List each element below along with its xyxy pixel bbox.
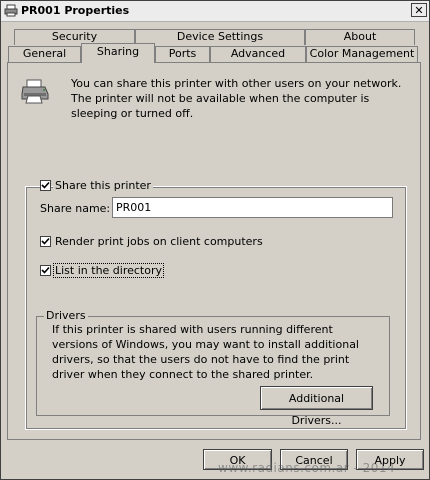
additional-drivers-button[interactable]: Additional Drivers... xyxy=(260,386,373,427)
share-printer-checkbox[interactable] xyxy=(40,180,51,191)
close-icon: ✕ xyxy=(414,3,424,17)
list-directory-checkbox[interactable] xyxy=(40,265,51,276)
tab-ports[interactable]: Ports xyxy=(155,46,210,62)
tab-device-settings[interactable]: Device Settings xyxy=(135,29,305,45)
checkmark-icon xyxy=(41,266,50,274)
share-name-input[interactable] xyxy=(112,197,393,218)
tab-advanced[interactable]: Advanced xyxy=(210,46,306,62)
sharing-info-text: You can share this printer with other us… xyxy=(71,77,402,120)
tab-general[interactable]: General xyxy=(8,46,81,62)
drivers-description: If this printer is shared with users run… xyxy=(52,323,359,381)
tab-color-management[interactable]: Color Management xyxy=(306,46,418,62)
printer-icon xyxy=(21,79,49,104)
printer-icon xyxy=(4,4,18,17)
checkmark-icon xyxy=(41,237,50,245)
checkmark-icon xyxy=(41,181,50,189)
close-button[interactable]: ✕ xyxy=(411,3,427,17)
tab-sharing[interactable]: Sharing xyxy=(81,43,155,63)
render-jobs-checkbox[interactable] xyxy=(40,236,51,247)
tab-about[interactable]: About xyxy=(305,29,415,45)
window-title: PR001 Properties xyxy=(21,4,130,17)
share-name-label: Share name: xyxy=(40,202,111,215)
drivers-group-label: Drivers xyxy=(44,309,88,322)
list-directory-label: List in the directory xyxy=(53,263,165,278)
render-jobs-label: Render print jobs on client computers xyxy=(53,235,265,248)
title-bar: PR001 Properties ✕ xyxy=(1,1,429,22)
share-printer-label: Share this printer xyxy=(53,179,153,192)
watermark-text: www.radians.com.ar - 2014 xyxy=(218,461,396,475)
